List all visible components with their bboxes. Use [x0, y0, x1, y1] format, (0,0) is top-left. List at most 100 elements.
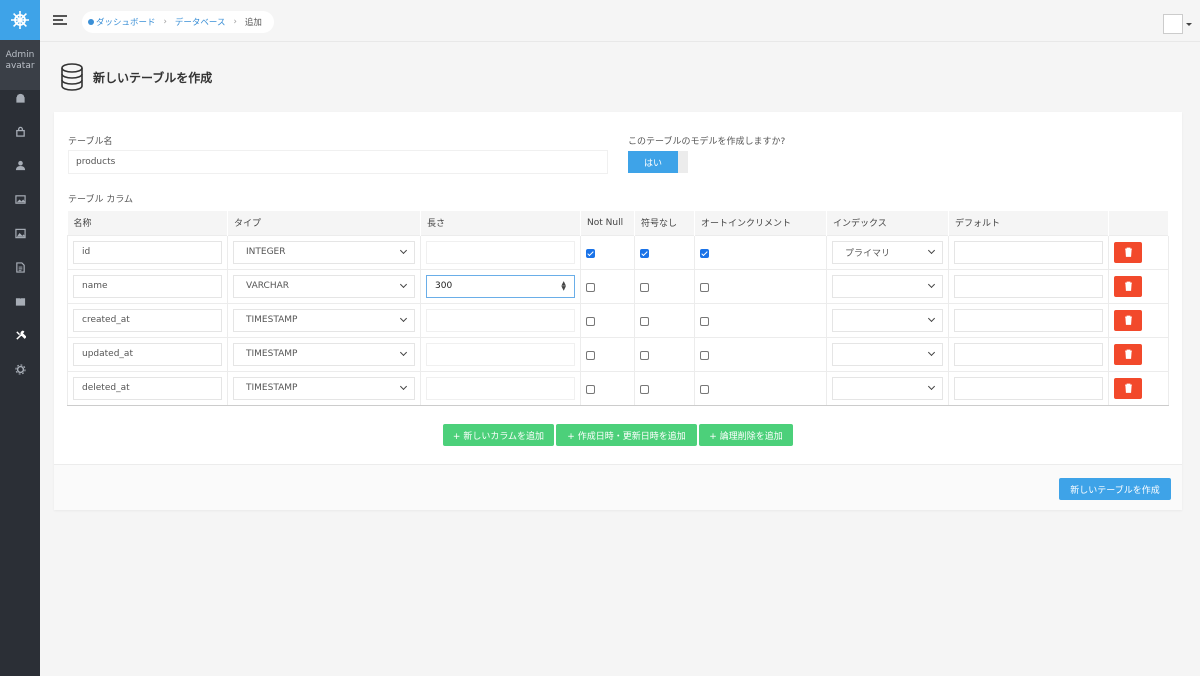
not-null-checkbox[interactable] [586, 282, 595, 292]
not-null-checkbox[interactable] [586, 384, 595, 394]
delete-column-button[interactable] [1114, 377, 1142, 399]
cell-actions [1108, 302, 1169, 337]
delete-column-button[interactable] [1114, 309, 1142, 331]
index-select[interactable]: プライマリ [832, 240, 943, 264]
sidebar-item-image[interactable] [0, 216, 40, 250]
chevron-down-icon [927, 348, 936, 357]
auto-increment-checkbox[interactable] [700, 384, 709, 394]
breadcrumb-separator-icon: › [163, 17, 167, 27]
sidebar-item-user[interactable] [0, 148, 40, 182]
column-type-value: TIMESTAMP [246, 315, 298, 325]
column-name-input[interactable]: id [73, 240, 222, 264]
chevron-down-icon [399, 280, 408, 289]
auto-increment-checkbox[interactable] [700, 350, 709, 360]
unsigned-checkbox[interactable] [640, 282, 649, 292]
default-value-input[interactable] [954, 274, 1103, 298]
column-type-select[interactable]: INTEGER [233, 240, 415, 264]
create-table-card: テーブル名 products このテーブルのモデルを作成しますか? はい テーブ… [54, 112, 1182, 510]
table-name-input[interactable]: products [68, 150, 608, 174]
sidebar-item-document[interactable] [0, 250, 40, 284]
auto-increment-checkbox[interactable] [700, 282, 709, 292]
not-null-checkbox[interactable] [586, 248, 595, 258]
cell-actions [1108, 234, 1169, 269]
unsigned-checkbox[interactable] [640, 248, 649, 258]
sidebar-item-lock[interactable] [0, 114, 40, 148]
column-name-input[interactable]: created_at [73, 308, 222, 332]
table-name-label: テーブル名 [68, 137, 113, 147]
user-avatar[interactable] [1163, 14, 1183, 34]
book-icon [15, 297, 25, 306]
column-length-input[interactable] [426, 342, 575, 366]
helm-icon [11, 11, 29, 29]
add-soft-delete-button[interactable]: + 論理削除を追加 [699, 424, 793, 446]
sidebar-item-android[interactable] [0, 90, 40, 106]
col-header-length: 長さ [420, 211, 581, 235]
column-name-input[interactable]: name [73, 274, 222, 298]
column-type-select[interactable]: TIMESTAMP [233, 342, 415, 366]
unsigned-checkbox[interactable] [640, 350, 649, 360]
chevron-down-icon [399, 314, 408, 323]
cell-auto-increment [694, 336, 827, 371]
user-icon [15, 160, 25, 170]
cell-not-null [580, 336, 635, 371]
index-select[interactable] [832, 376, 943, 400]
cell-type: INTEGER [227, 234, 421, 269]
index-select[interactable] [832, 274, 943, 298]
delete-column-button[interactable] [1114, 275, 1142, 297]
columns-table: 名称 タイプ 長さ Not Null 符号なし オートインクリメント インデックス デフォルト… [67, 211, 1169, 406]
default-value-input[interactable] [954, 308, 1103, 332]
sidebar-item-book[interactable] [0, 284, 40, 318]
toggle-on-label[interactable]: はい [628, 151, 678, 173]
spinner-icon[interactable]: ▲ ▼ [561, 281, 566, 292]
create-table-button[interactable]: 新しいテーブルを作成 [1059, 478, 1171, 500]
default-value-input[interactable] [954, 376, 1103, 400]
delete-column-button[interactable] [1114, 343, 1142, 365]
unsigned-checkbox[interactable] [640, 316, 649, 326]
column-type-select[interactable]: TIMESTAMP [233, 308, 415, 332]
sidebar-item-tools[interactable] [0, 318, 40, 352]
delete-column-button[interactable] [1114, 241, 1142, 263]
logo[interactable] [0, 0, 40, 40]
index-select[interactable] [832, 342, 943, 366]
cell-actions [1108, 268, 1169, 303]
add-timestamps-button[interactable]: + 作成日時・更新日時を追加 [556, 424, 697, 446]
breadcrumb-dashboard[interactable]: ダッシュボード [96, 16, 156, 28]
column-length-input[interactable] [426, 240, 575, 264]
index-select[interactable] [832, 308, 943, 332]
column-name-input[interactable]: deleted_at [73, 376, 222, 400]
cell-index [826, 370, 949, 406]
column-length-input[interactable] [426, 308, 575, 332]
cell-length [420, 234, 581, 269]
create-model-toggle[interactable]: はい [628, 151, 688, 173]
column-type-select[interactable]: VARCHAR [233, 274, 415, 298]
index-value: プライマリ [845, 248, 891, 259]
caret-down-icon[interactable] [1186, 22, 1192, 26]
cell-unsigned [634, 370, 695, 406]
column-name-input[interactable]: updated_at [73, 342, 222, 366]
page-title: 新しいテーブルを作成 [93, 70, 213, 85]
breadcrumb-database[interactable]: データベース [175, 16, 226, 28]
cell-unsigned [634, 268, 695, 303]
default-value-input[interactable] [954, 240, 1103, 264]
column-length-input[interactable] [426, 376, 575, 400]
hamburger-menu-icon[interactable] [53, 15, 67, 25]
sidebar-item-images[interactable] [0, 182, 40, 216]
column-type-select[interactable]: TIMESTAMP [233, 376, 415, 400]
user-menu[interactable] [1163, 14, 1192, 34]
cell-auto-increment [694, 234, 827, 269]
unsigned-checkbox[interactable] [640, 384, 649, 394]
sidebar-item-settings[interactable] [0, 352, 40, 386]
default-value-input[interactable] [954, 342, 1103, 366]
trash-icon [1124, 281, 1132, 291]
table-row: updated_at TIMESTAMP [67, 336, 1169, 371]
add-column-button[interactable]: + 新しいカラムを追加 [443, 424, 554, 446]
cell-default [948, 234, 1109, 269]
not-null-checkbox[interactable] [586, 350, 595, 360]
cell-name: created_at [67, 302, 228, 337]
column-length-input[interactable]: 300 ▲ ▼ [426, 274, 575, 298]
avatar[interactable]: Admin avatar [0, 40, 40, 90]
auto-increment-checkbox[interactable] [700, 316, 709, 326]
auto-increment-checkbox[interactable] [700, 248, 709, 258]
column-type-value: TIMESTAMP [246, 349, 298, 359]
not-null-checkbox[interactable] [586, 316, 595, 326]
